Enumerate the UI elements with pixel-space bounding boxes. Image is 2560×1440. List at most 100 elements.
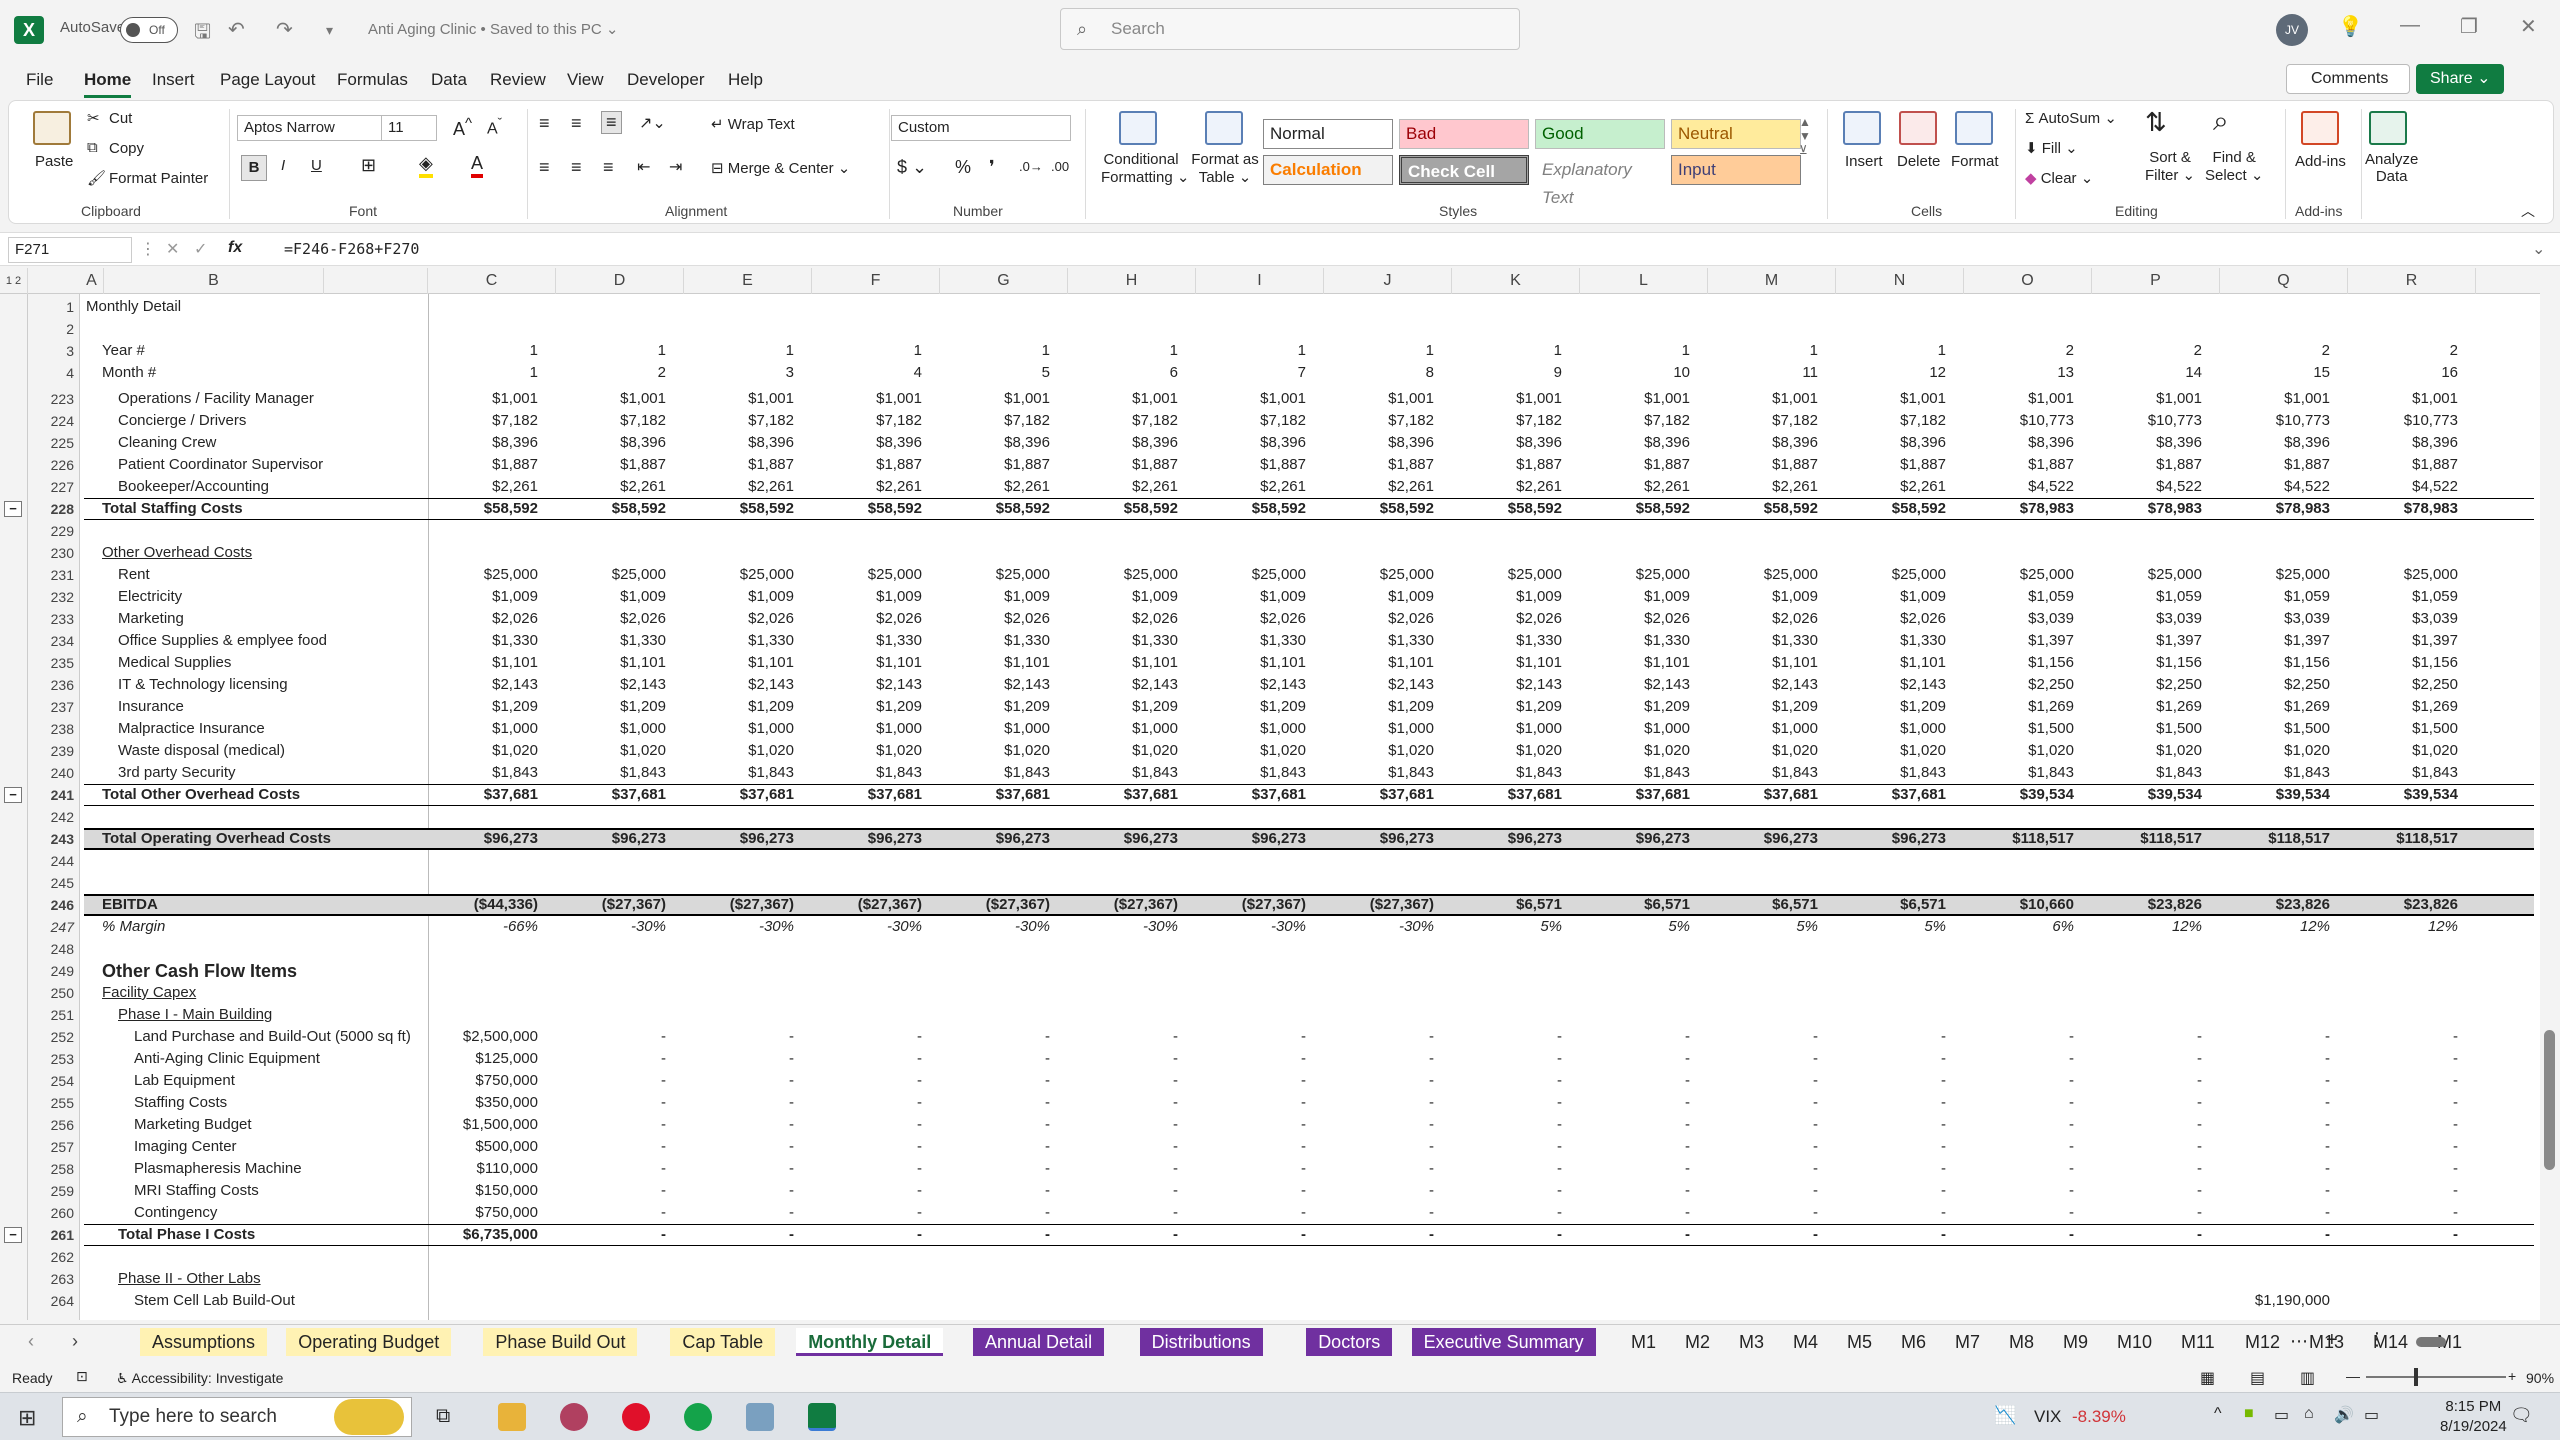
cell-value[interactable]: $8,396 — [1562, 432, 1690, 454]
row-number[interactable]: 263 — [34, 1268, 74, 1290]
cell-value[interactable]: $2,026 — [1562, 608, 1690, 630]
windows-start-icon[interactable]: ⊞ — [18, 1405, 36, 1431]
cell-value[interactable]: $2,026 — [410, 608, 538, 630]
cell-value[interactable]: $1,397 — [1946, 630, 2074, 652]
cell-value[interactable]: $7,182 — [922, 410, 1050, 432]
cell-value[interactable]: - — [1946, 1180, 2074, 1202]
cell-value[interactable]: - — [1178, 1070, 1306, 1092]
cell-value[interactable]: $4,522 — [2330, 476, 2458, 498]
name-box[interactable]: F271 — [8, 237, 132, 263]
sheet-tab[interactable]: Assumptions — [140, 1328, 268, 1356]
row-label[interactable]: Waste disposal (medical) — [118, 740, 285, 762]
cell-value[interactable]: - — [1306, 1070, 1434, 1092]
sheet-tab[interactable]: Cap Table — [670, 1328, 776, 1356]
row-number[interactable]: 227 — [34, 476, 74, 498]
cell-value[interactable]: - — [1690, 1224, 1818, 1246]
formula-input[interactable]: =F246-F268+F270 — [284, 240, 419, 258]
cell-value[interactable]: $1,156 — [2202, 652, 2330, 674]
analyze-data-icon[interactable] — [2369, 111, 2407, 145]
row-number[interactable]: 253 — [34, 1048, 74, 1070]
analyze-data-button[interactable]: Analyze Data — [2365, 151, 2418, 185]
formula-options-icon[interactable]: ⋮ — [140, 239, 156, 259]
cell-value[interactable]: $1,001 — [666, 388, 794, 410]
cell-value[interactable]: $37,681 — [922, 784, 1050, 806]
cell-value[interactable]: - — [1050, 1092, 1178, 1114]
cell-value[interactable]: - — [1690, 1048, 1818, 1070]
cell-value[interactable]: - — [922, 1224, 1050, 1246]
cell-value[interactable]: - — [1818, 1224, 1946, 1246]
add-sheet-icon[interactable]: + — [2326, 1329, 2338, 1352]
cell-value[interactable]: $8,396 — [538, 432, 666, 454]
cell-value[interactable]: 12% — [2330, 916, 2458, 938]
sheet-tab[interactable]: M4 — [1781, 1328, 1830, 1356]
cell-value[interactable]: - — [1818, 1158, 1946, 1180]
cell-value[interactable]: $1,843 — [922, 762, 1050, 784]
row-label[interactable]: Phase I - Main Building — [118, 1004, 272, 1026]
cell-value[interactable]: $1,330 — [410, 630, 538, 652]
row-number[interactable]: 260 — [34, 1202, 74, 1224]
cell-value[interactable]: $2,250 — [2074, 674, 2202, 696]
paste-icon[interactable] — [33, 111, 71, 145]
align-bottom-icon[interactable]: ≡ — [601, 111, 622, 134]
cell-value[interactable]: $37,681 — [1306, 784, 1434, 806]
cell-value[interactable]: - — [2330, 1048, 2458, 1070]
cell-value[interactable]: $1,209 — [1818, 696, 1946, 718]
cell-value[interactable]: $2,143 — [1690, 674, 1818, 696]
cell-value[interactable]: $23,826 — [2330, 894, 2458, 916]
cell-value[interactable]: $25,000 — [1818, 564, 1946, 586]
cell-value[interactable]: - — [1050, 1224, 1178, 1246]
cell-value[interactable]: - — [1434, 1180, 1562, 1202]
file-explorer-icon[interactable] — [498, 1403, 526, 1431]
cell-value[interactable]: 2 — [2074, 340, 2202, 362]
row-number[interactable]: 246 — [34, 894, 74, 916]
more-tabs-icon[interactable]: ⋯ — [2290, 1331, 2308, 1352]
cell-value[interactable]: $8,396 — [1306, 432, 1434, 454]
cell-value[interactable]: $118,517 — [2202, 828, 2330, 850]
cell-value[interactable]: $7,182 — [538, 410, 666, 432]
row-label[interactable]: Office Supplies & emplyee food — [118, 630, 327, 652]
cell-value[interactable]: $8,396 — [794, 432, 922, 454]
cell-value[interactable]: - — [922, 1202, 1050, 1224]
cell-value[interactable]: - — [1050, 1180, 1178, 1202]
cell-value[interactable]: - — [922, 1158, 1050, 1180]
cell-value[interactable]: $1,190,000 — [2202, 1290, 2330, 1312]
cell-value[interactable]: $1,009 — [1050, 586, 1178, 608]
cell-value[interactable]: $1,009 — [1434, 586, 1562, 608]
cell-value[interactable]: $25,000 — [2074, 564, 2202, 586]
cell-value[interactable]: $1,843 — [1562, 762, 1690, 784]
cell-value[interactable]: $1,020 — [2074, 740, 2202, 762]
cell-value[interactable]: $78,983 — [2202, 498, 2330, 520]
cell-value[interactable]: $10,773 — [2074, 410, 2202, 432]
cell-value[interactable]: - — [538, 1114, 666, 1136]
row-number[interactable]: 239 — [34, 740, 74, 762]
cell-value[interactable]: - — [1434, 1224, 1562, 1246]
cell-value[interactable]: - — [1946, 1092, 2074, 1114]
cell-value[interactable]: $1,887 — [2074, 454, 2202, 476]
style-neutral[interactable]: Neutral — [1671, 119, 1801, 149]
cell-value[interactable]: $58,592 — [922, 498, 1050, 520]
cell-value[interactable]: $1,843 — [1690, 762, 1818, 784]
style-bad[interactable]: Bad — [1399, 119, 1529, 149]
bold-button[interactable]: B — [241, 155, 267, 181]
increase-font-icon[interactable]: A^ — [453, 115, 472, 140]
cell-value[interactable]: $1,020 — [1562, 740, 1690, 762]
cell-value[interactable]: - — [1434, 1202, 1562, 1224]
cell-value[interactable]: - — [1818, 1070, 1946, 1092]
style-input[interactable]: Input — [1671, 155, 1801, 185]
sheet-tab[interactable]: M10 — [2105, 1328, 2164, 1356]
cell-value[interactable]: $1,101 — [1818, 652, 1946, 674]
cell-value[interactable]: - — [1306, 1224, 1434, 1246]
cell-value[interactable]: $1,887 — [1562, 454, 1690, 476]
row-label[interactable]: Phase II - Other Labs — [118, 1268, 261, 1290]
cell-value[interactable]: $1,156 — [2330, 652, 2458, 674]
cell-value[interactable]: 10 — [1562, 362, 1690, 384]
column-header-l[interactable]: L — [1580, 268, 1708, 294]
cell-value[interactable]: - — [794, 1180, 922, 1202]
cell-value[interactable]: $150,000 — [410, 1180, 538, 1202]
cell-value[interactable]: 5% — [1434, 916, 1562, 938]
column-header-d[interactable]: D — [556, 268, 684, 294]
cell-value[interactable]: $1,101 — [1434, 652, 1562, 674]
row-label[interactable]: Staffing Costs — [134, 1092, 227, 1114]
cell-value[interactable]: - — [538, 1092, 666, 1114]
cell-value[interactable]: $2,143 — [794, 674, 922, 696]
